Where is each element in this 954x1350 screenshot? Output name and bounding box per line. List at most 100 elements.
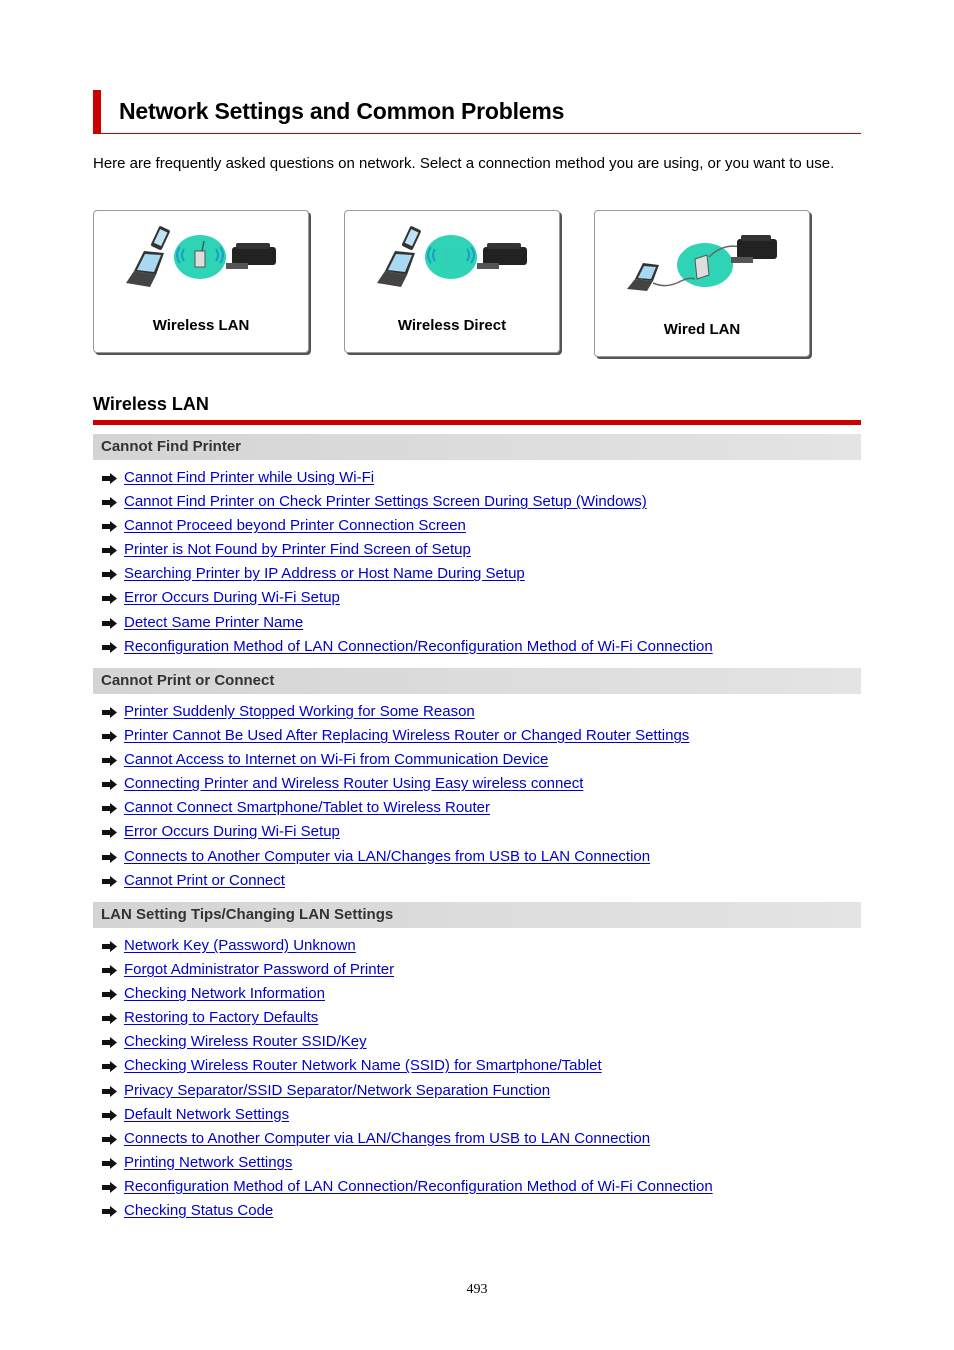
arrow-right-icon (102, 707, 117, 718)
help-link[interactable]: Error Occurs During Wi-Fi Setup (124, 823, 340, 840)
list-item: Cannot Find Printer on Check Printer Set… (93, 490, 861, 514)
help-link[interactable]: Checking Wireless Router SSID/Key (124, 1033, 367, 1050)
help-link[interactable]: Connecting Printer and Wireless Router U… (124, 775, 583, 792)
arrow-right-icon (102, 1206, 117, 1218)
list-item: Connects to Another Computer via LAN/Cha… (93, 845, 861, 869)
arrow-right-icon (102, 851, 117, 863)
arrow-right-icon (102, 1133, 117, 1145)
arrow-right-icon (102, 779, 117, 791)
list-item: Cannot Proceed beyond Printer Connection… (93, 514, 861, 538)
arrow-right-icon (102, 593, 117, 605)
help-link[interactable]: Cannot Find Printer on Check Printer Set… (124, 493, 647, 510)
arrow-right-icon (102, 641, 117, 653)
arrow-right-icon (102, 569, 117, 581)
arrow-right-icon (102, 545, 117, 557)
arrow-right-icon (102, 1037, 117, 1049)
help-link[interactable]: Default Network Settings (124, 1106, 289, 1123)
list-item: Connecting Printer and Wireless Router U… (93, 772, 861, 796)
page-title-block: Network Settings and Common Problems (93, 90, 861, 134)
arrow-right-icon (102, 755, 117, 767)
help-link[interactable]: Network Key (Password) Unknown (124, 937, 356, 954)
help-link[interactable]: Reconfiguration Method of LAN Connection… (124, 638, 713, 655)
list-item: Printer is Not Found by Printer Find Scr… (93, 538, 861, 562)
list-item: Checking Wireless Router SSID/Key (93, 1030, 861, 1054)
list-item: Checking Wireless Router Network Name (S… (93, 1054, 861, 1078)
page-title: Network Settings and Common Problems (119, 98, 565, 124)
list-item: Cannot Access to Internet on Wi-Fi from … (93, 748, 861, 772)
help-link[interactable]: Detect Same Printer Name (124, 614, 303, 631)
list-item: Privacy Separator/SSID Separator/Network… (93, 1079, 861, 1103)
section-divider (93, 420, 861, 425)
arrow-right-icon (102, 521, 117, 533)
wireless-lan-card[interactable]: Wireless LAN (93, 210, 309, 353)
help-link[interactable]: Checking Wireless Router Network Name (S… (124, 1057, 602, 1074)
arrow-right-icon (102, 875, 117, 887)
list-item: Cannot Print or Connect (93, 869, 861, 893)
help-link[interactable]: Restoring to Factory Defaults (124, 1009, 318, 1026)
help-link[interactable]: Connects to Another Computer via LAN/Cha… (124, 848, 650, 865)
link-list-cannot-find-printer: Cannot Find Printer while Using Wi-Fi Can… (93, 466, 861, 659)
wired-lan-card[interactable]: Wired LAN (594, 210, 810, 357)
help-link[interactable]: Connects to Another Computer via LAN/Cha… (124, 1130, 650, 1147)
help-link[interactable]: Privacy Separator/SSID Separator/Network… (124, 1082, 550, 1099)
list-item: Restoring to Factory Defaults (93, 1006, 861, 1030)
list-item: Printing Network Settings (93, 1151, 861, 1175)
arrow-right-icon (102, 989, 117, 1001)
list-item: Forgot Administrator Password of Printer (93, 958, 861, 982)
arrow-right-icon (102, 617, 117, 629)
wireless-lan-diagram-icon (126, 226, 276, 287)
section-title-wireless-lan: Wireless LAN (93, 394, 209, 414)
link-list-lan-setting-tips: Network Key (Password) Unknown Forgot Adm… (93, 934, 861, 1223)
arrow-right-icon (102, 941, 117, 952)
wireless-direct-label: Wireless Direct (397, 317, 507, 334)
arrow-right-icon (102, 731, 117, 743)
help-link[interactable]: Searching Printer by IP Address or Host … (124, 565, 525, 582)
arrow-right-icon (102, 827, 117, 839)
page-number: 493 (466, 1282, 488, 1297)
list-item: Reconfiguration Method of LAN Connection… (93, 1175, 861, 1199)
list-item: Detect Same Printer Name (93, 611, 861, 635)
list-item: Connects to Another Computer via LAN/Cha… (93, 1127, 861, 1151)
help-link[interactable]: Forgot Administrator Password of Printer (124, 961, 394, 978)
title-accent-bar (93, 90, 101, 134)
arrow-right-icon (102, 803, 117, 815)
list-item: Network Key (Password) Unknown (93, 934, 861, 958)
help-link[interactable]: Reconfiguration Method of LAN Connection… (124, 1178, 713, 1195)
group-header-cannot-print-or-connect: Cannot Print or Connect (93, 668, 861, 694)
arrow-right-icon (102, 1013, 117, 1025)
arrow-right-icon (102, 1157, 117, 1169)
help-link[interactable]: Cannot Connect Smartphone/Tablet to Wire… (124, 799, 490, 816)
arrow-right-icon (102, 1061, 117, 1073)
help-link[interactable]: Printer Cannot Be Used After Replacing W… (124, 727, 689, 744)
group-header-lan-setting-tips: LAN Setting Tips/Changing LAN Settings (93, 902, 861, 928)
list-item: Error Occurs During Wi-Fi Setup (93, 820, 861, 844)
help-link[interactable]: Printing Network Settings (124, 1154, 292, 1171)
help-link[interactable]: Checking Network Information (124, 985, 325, 1002)
wired-lan-diagram-icon (627, 235, 777, 291)
list-item: Checking Status Code (93, 1199, 861, 1223)
list-item: Printer Suddenly Stopped Working for Som… (93, 700, 861, 724)
help-link[interactable]: Printer is Not Found by Printer Find Scr… (124, 541, 471, 558)
list-item: Cannot Find Printer while Using Wi-Fi (93, 466, 861, 490)
help-link[interactable]: Cannot Find Printer while Using Wi-Fi (124, 469, 374, 486)
list-item: Default Network Settings (93, 1103, 861, 1127)
wireless-direct-card[interactable]: Wireless Direct (344, 210, 560, 353)
help-link[interactable]: Printer Suddenly Stopped Working for Som… (124, 703, 475, 720)
wired-lan-label: Wired LAN (663, 321, 741, 338)
list-item: Printer Cannot Be Used After Replacing W… (93, 724, 861, 748)
arrow-right-icon (102, 965, 117, 977)
group-header-cannot-find-printer: Cannot Find Printer (93, 434, 861, 460)
arrow-right-icon (102, 1181, 117, 1193)
help-link[interactable]: Error Occurs During Wi-Fi Setup (124, 589, 340, 606)
help-link[interactable]: Checking Status Code (124, 1202, 273, 1219)
intro-text: Here are frequently asked questions on n… (93, 155, 835, 172)
list-item: Searching Printer by IP Address or Host … (93, 562, 861, 586)
help-link[interactable]: Cannot Print or Connect (124, 872, 285, 889)
help-link[interactable]: Cannot Access to Internet on Wi-Fi from … (124, 751, 548, 768)
list-item: Cannot Connect Smartphone/Tablet to Wire… (93, 796, 861, 820)
arrow-right-icon (102, 1085, 117, 1097)
list-item: Reconfiguration Method of LAN Connection… (93, 635, 861, 659)
arrow-right-icon (102, 473, 117, 484)
arrow-right-icon (102, 1109, 117, 1121)
help-link[interactable]: Cannot Proceed beyond Printer Connection… (124, 517, 466, 534)
